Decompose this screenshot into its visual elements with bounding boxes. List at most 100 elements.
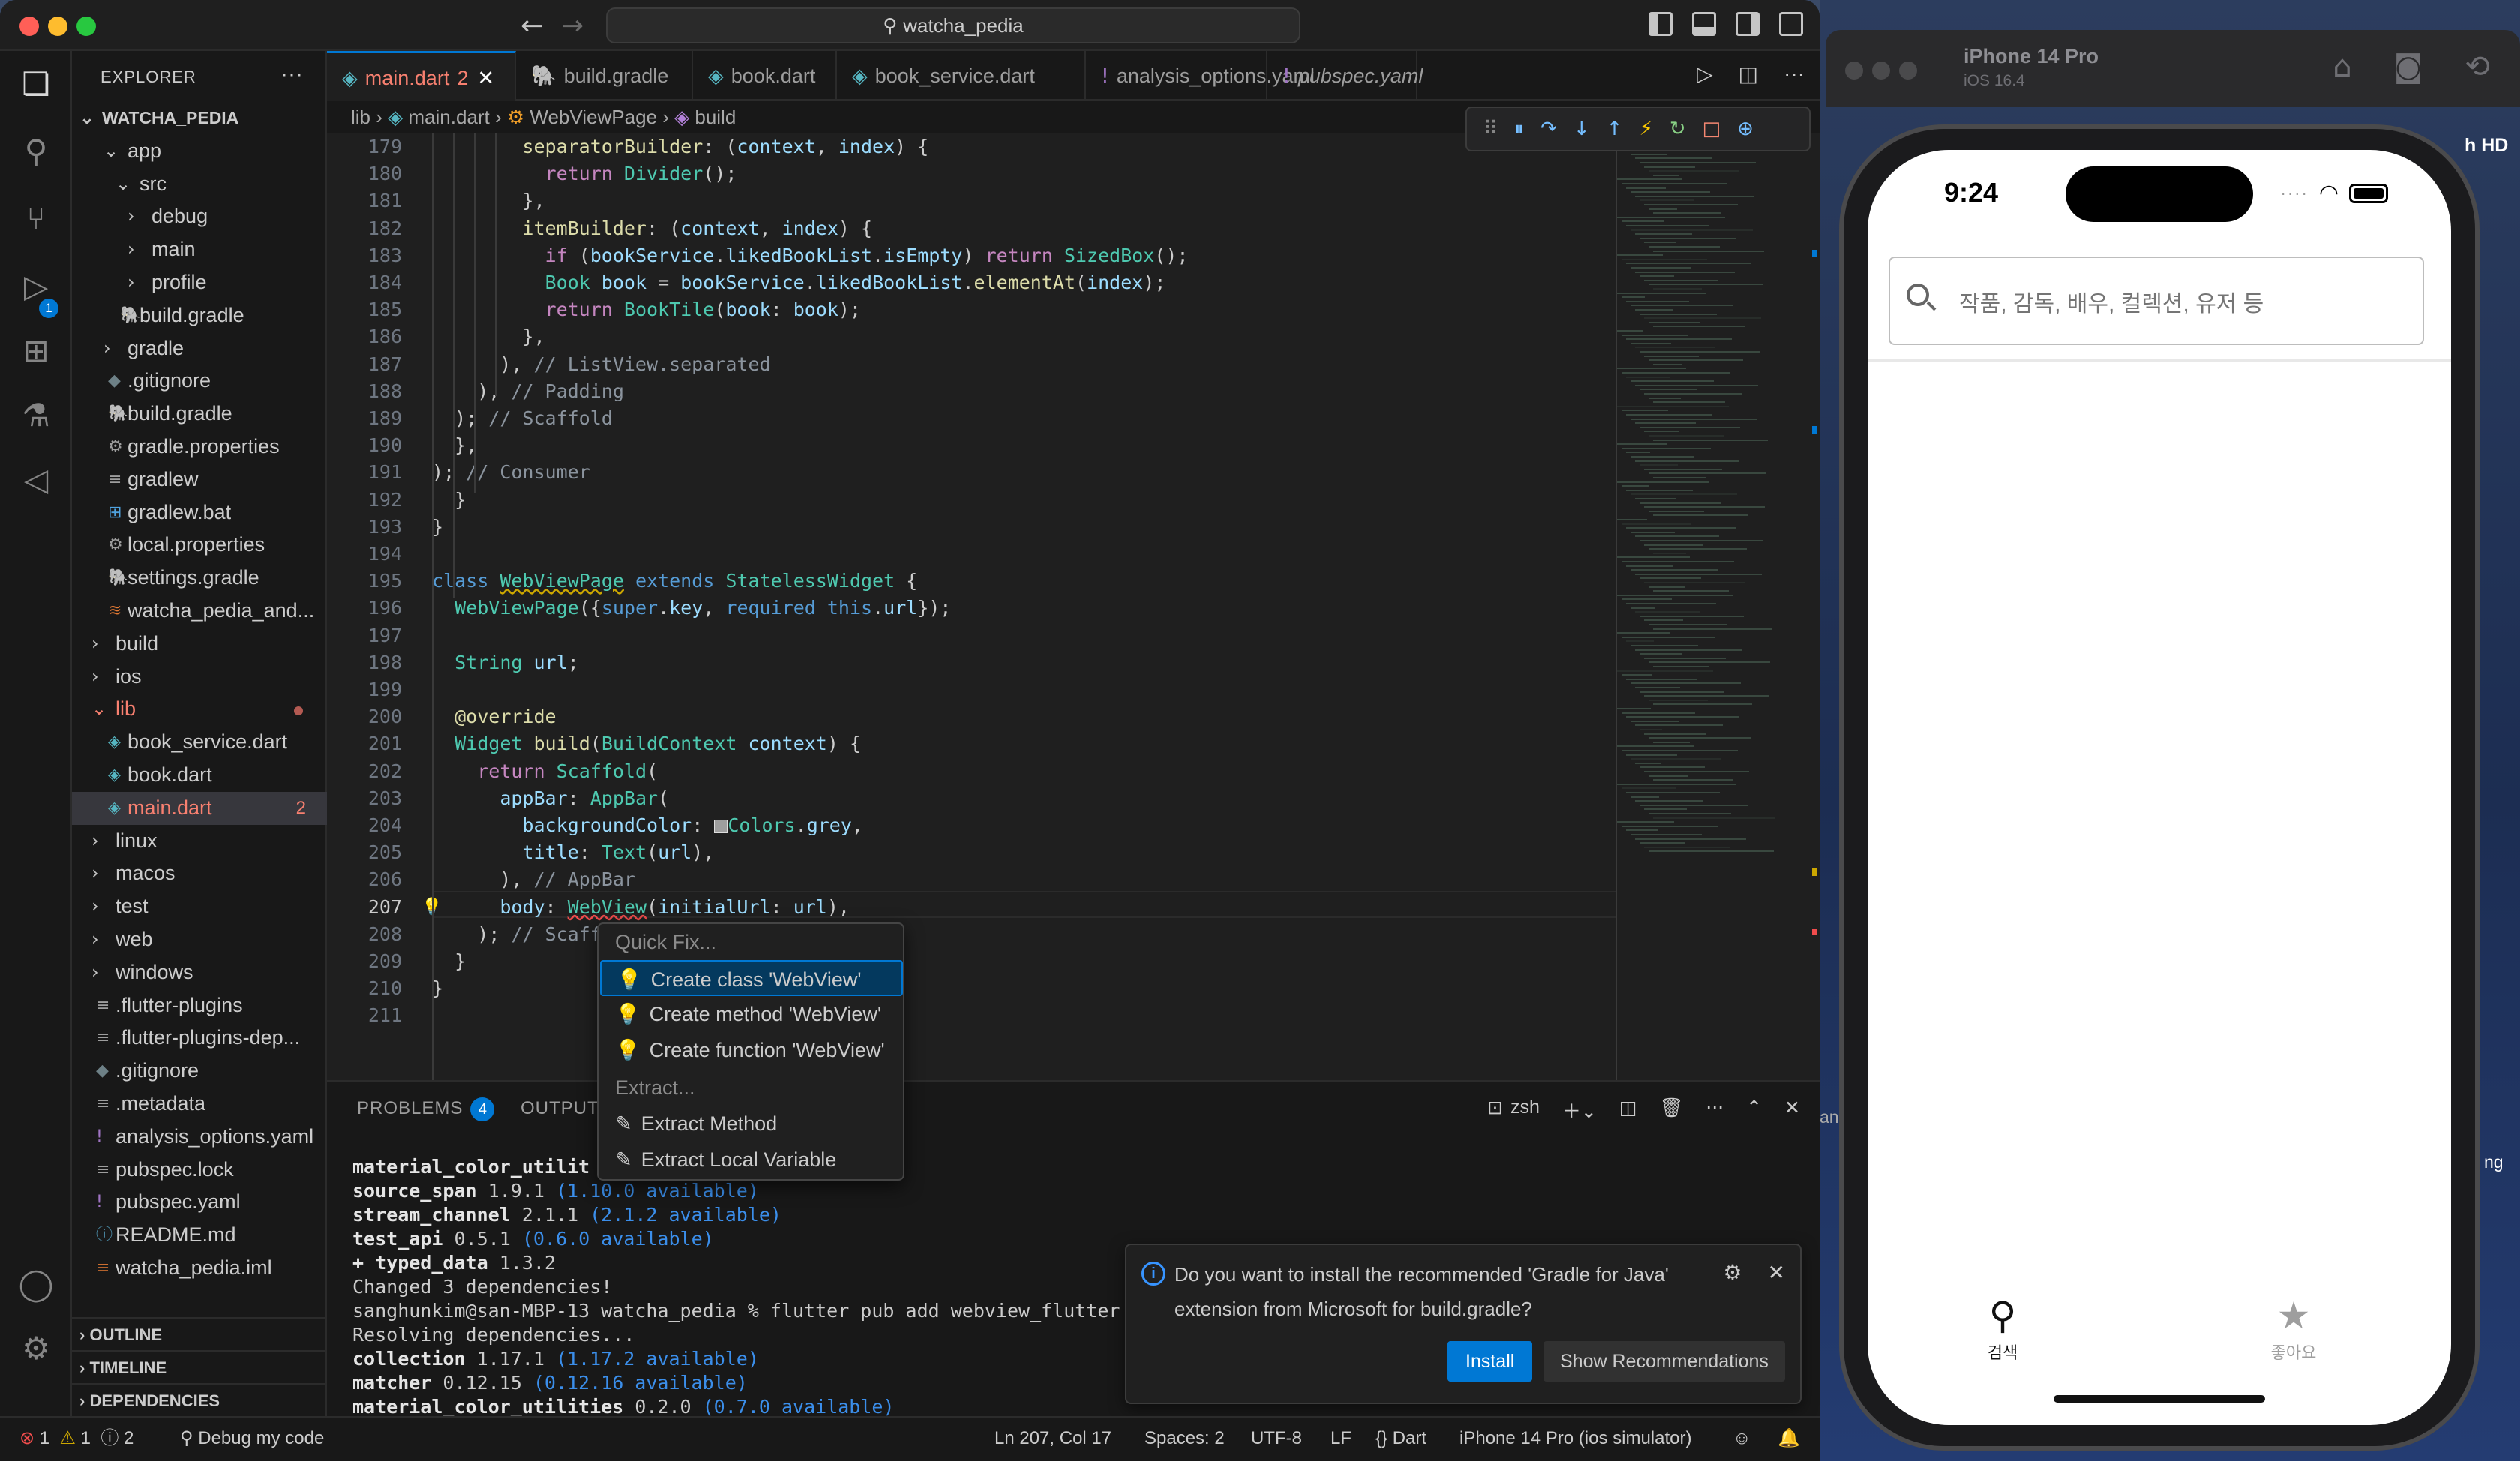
toggle-secondary-sidebar-icon[interactable] <box>1736 12 1760 36</box>
step-out-icon[interactable]: ↑ <box>1606 118 1623 140</box>
code-line[interactable]: 191); // Consumer <box>327 459 1640 486</box>
code-line[interactable]: 185 return BookTile(book: book); <box>327 296 1640 323</box>
extensions-icon[interactable]: ⊞ <box>18 333 54 369</box>
tab-problems[interactable]: PROBLEMS 4 <box>357 1092 495 1125</box>
code-line[interactable]: 203 appBar: AppBar( <box>327 785 1640 812</box>
code-line[interactable]: 182 itemBuilder: (context, index) { <box>327 215 1640 242</box>
tree-item[interactable]: ≡ .flutter-plugins-dep... <box>72 1022 327 1054</box>
source-control-icon[interactable]: ⑂ <box>18 201 54 237</box>
tree-item[interactable]: ≡ .flutter-plugins <box>72 989 327 1022</box>
close-tab-icon[interactable]: ✕ <box>477 67 494 90</box>
tree-item[interactable]: › web <box>72 923 327 956</box>
code-line[interactable]: 195 class WebViewPage extends StatelessWi… <box>327 568 1640 595</box>
indentation[interactable]: Spaces: 2 <box>1144 1418 1225 1460</box>
code-line[interactable]: 181 }, <box>327 188 1640 214</box>
step-into-icon[interactable]: ↓ <box>1574 118 1590 140</box>
code-line[interactable]: 190 }, <box>327 432 1640 459</box>
breadcrumb-lib[interactable]: lib <box>351 106 370 128</box>
dependencies-section[interactable]: › DEPENDENCIES <box>72 1383 327 1416</box>
tree-item[interactable]: › profile <box>72 266 327 299</box>
screenshot-icon[interactable]: ◙ <box>2394 50 2423 84</box>
code-line[interactable]: 188 ), // Padding <box>327 378 1640 405</box>
minimize-window-button[interactable] <box>48 16 68 36</box>
tree-item[interactable]: › gradle <box>72 332 327 365</box>
tree-item[interactable]: ⓘ README.md <box>72 1219 327 1252</box>
create-method-action[interactable]: 💡 Create method 'WebView' <box>600 996 903 1032</box>
drag-handle-icon[interactable]: ⠿ <box>1484 118 1498 140</box>
run-icon[interactable]: ▷ <box>1696 62 1713 86</box>
explorer-icon[interactable]: ❏ <box>18 66 54 102</box>
code-line[interactable]: 196 WebViewPage({super.key, required thi… <box>327 595 1640 622</box>
tree-item[interactable]: ◈ main.dart 2 <box>72 791 327 825</box>
customize-layout-icon[interactable] <box>1779 12 1803 36</box>
device-selector[interactable]: iPhone 14 Pro (ios simulator) <box>1460 1418 1691 1460</box>
editor-tab[interactable]: ! analysis_options.yaml <box>1086 51 1315 100</box>
extract-variable-action[interactable]: ✎ Extract Local Variable <box>600 1142 903 1178</box>
maximize-window-button[interactable] <box>76 16 96 36</box>
extract-method-action[interactable]: ✎ Extract Method <box>600 1106 903 1142</box>
tree-item[interactable]: 🐘 build.gradle <box>72 299 327 332</box>
step-over-icon[interactable]: ↷ <box>1540 118 1557 140</box>
install-button[interactable]: Install <box>1448 1341 1533 1382</box>
code-line[interactable]: 204 backgroundColor: Colors.grey, <box>327 812 1640 839</box>
code-line[interactable]: 197 <box>327 622 1640 650</box>
code-line[interactable]: 194 <box>327 541 1640 568</box>
tree-item[interactable]: › test <box>72 890 327 923</box>
new-terminal-icon[interactable]: ＋⌄ <box>1562 1096 1597 1124</box>
split-terminal-icon[interactable]: ◫ <box>1619 1096 1637 1124</box>
breadcrumb-class[interactable]: WebViewPage <box>530 106 657 128</box>
editor-tab[interactable]: 🐘 build.gradle <box>516 51 693 100</box>
nav-likes[interactable]: ★ 좋아요 <box>2234 1294 2354 1364</box>
tree-item[interactable]: ! analysis_options.yaml <box>72 1120 327 1154</box>
close-icon[interactable]: ✕ <box>1768 1260 1785 1285</box>
show-recommendations-button[interactable]: Show Recommendations <box>1544 1341 1785 1382</box>
create-function-action[interactable]: 💡 Create function 'WebView' <box>600 1032 903 1068</box>
code-line[interactable]: 183 if (bookService.likedBookList.isEmpt… <box>327 242 1640 269</box>
stop-icon[interactable]: □ <box>1702 118 1721 140</box>
breadcrumb-method[interactable]: build <box>694 106 736 128</box>
code-line[interactable]: 186 }, <box>327 323 1640 350</box>
code-line[interactable]: 205 title: Text(url), <box>327 839 1640 866</box>
encoding[interactable]: UTF-8 <box>1251 1418 1302 1460</box>
tree-item[interactable]: › debug <box>72 200 327 233</box>
tree-item[interactable]: 🐘 build.gradle <box>72 398 327 430</box>
timeline-section[interactable]: › TIMELINE <box>72 1350 327 1383</box>
sim-close-button[interactable] <box>1845 62 1863 80</box>
hot-reload-icon[interactable]: ⚡ <box>1639 118 1652 140</box>
language-mode[interactable]: {} Dart <box>1376 1418 1426 1460</box>
tree-item[interactable]: ⚙ local.properties <box>72 529 327 562</box>
breadcrumb-file[interactable]: main.dart <box>408 106 489 128</box>
tree-item[interactable]: ⌄ src <box>72 168 327 201</box>
line-ending[interactable]: LF <box>1330 1418 1352 1460</box>
toggle-panel-icon[interactable] <box>1692 12 1716 36</box>
code-line[interactable]: 210} <box>327 975 1640 1002</box>
tree-item[interactable]: ≡ pubspec.lock <box>72 1154 327 1186</box>
code-line[interactable]: 184 Book book = bookService.likedBookLis… <box>327 269 1640 296</box>
tree-item[interactable]: ⚙ gradle.properties <box>72 430 327 464</box>
tab-output[interactable]: OUTPUT <box>520 1092 599 1125</box>
pause-icon[interactable]: ⏸ <box>1514 118 1524 141</box>
tree-item[interactable]: ⌄ app <box>72 135 327 168</box>
trash-icon[interactable]: 🗑 <box>1660 1096 1684 1124</box>
close-panel-icon[interactable]: ✕ <box>1784 1096 1800 1124</box>
outline-section[interactable]: › OUTLINE <box>72 1317 327 1350</box>
nav-search[interactable]: ⚲ 검색 <box>1942 1294 2062 1364</box>
debug-status[interactable]: ⚲ Debug my code <box>180 1418 324 1460</box>
code-line[interactable]: 199 <box>327 676 1640 704</box>
code-line[interactable]: 179 separatorBuilder: (context, index) { <box>327 134 1640 160</box>
tree-item[interactable]: › ios <box>72 661 327 694</box>
more-icon[interactable]: ··· <box>1706 1096 1724 1124</box>
cursor-position[interactable]: Ln 207, Col 17 <box>994 1418 1112 1460</box>
more-actions-icon[interactable]: ··· <box>280 62 303 87</box>
search-input[interactable]: 작품, 감독, 배우, 컬렉션, 유저 등 <box>1888 256 2424 345</box>
code-line[interactable]: 209 } <box>327 948 1640 975</box>
code-line[interactable]: 193} <box>327 514 1640 541</box>
create-class-action[interactable]: 💡 Create class 'WebView' <box>600 960 903 996</box>
inspect-icon[interactable]: ⊕ <box>1737 118 1754 140</box>
tree-item[interactable]: ◆ .gitignore <box>72 1054 327 1088</box>
problems-status[interactable]: ⊗ 1 ⚠ 1 ⓘ 2 <box>20 1418 134 1460</box>
code-line[interactable]: 207 body: WebView(initialUrl: url), <box>327 894 1640 921</box>
close-window-button[interactable] <box>20 16 39 36</box>
code-line[interactable]: 201 Widget build(BuildContext context) { <box>327 730 1640 758</box>
code-line[interactable]: 180 return Divider(); <box>327 160 1640 188</box>
